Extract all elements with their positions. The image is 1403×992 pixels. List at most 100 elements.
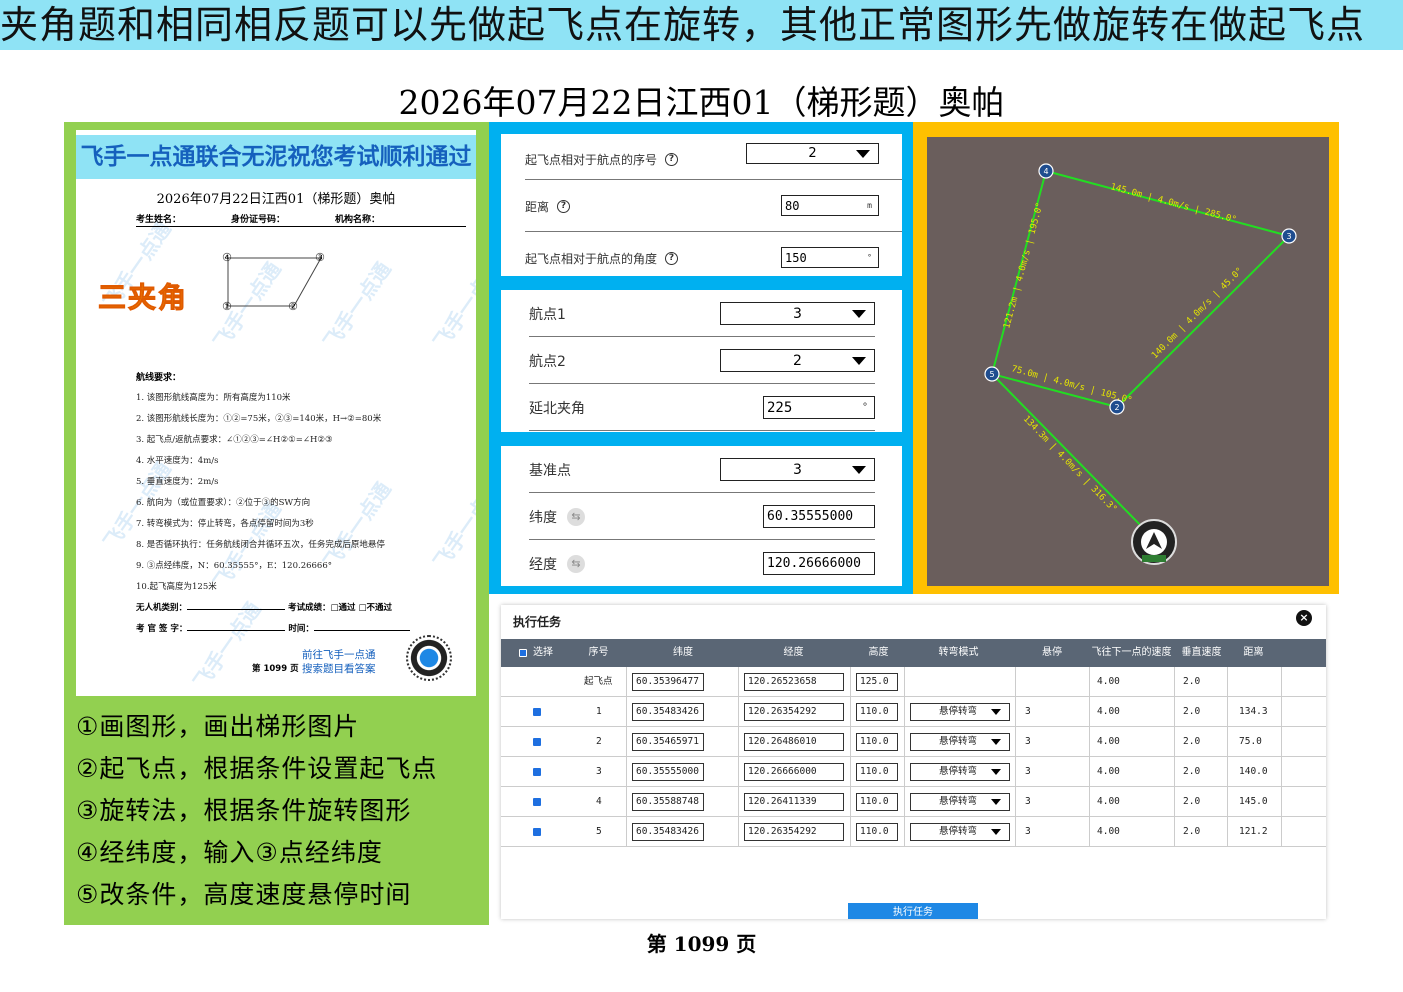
table-row: 2 60.35465971 120.26486010 110.0 悬停转弯 3 4.00 2.… [501,727,1326,757]
wp1-select[interactable]: 3 [720,302,875,325]
lon-label: 经度 ⇆ [529,554,585,574]
paper-page-number: 第 1099 页 [252,664,299,674]
swap-icon[interactable]: ⇆ [567,555,585,573]
ref-select[interactable]: 3 [720,458,875,481]
distance-input[interactable]: 80 m [781,195,879,216]
turn-mode-value: 悬停转弯 [939,826,978,837]
execute-task-button[interactable]: 执行任务 [848,903,978,919]
col-header-lon: 经度 [783,647,804,658]
vspeed-cell: 2.0 [1183,826,1201,837]
alt-cell-input[interactable]: 110.0 [856,823,898,841]
dist-cell: 75.0 [1239,736,1262,747]
close-icon[interactable]: × [1296,610,1312,626]
table-row: 3 60.35555000 120.26666000 110.0 悬停转弯 3 4.00 2.… [501,757,1326,787]
chevron-down-icon [852,356,866,365]
north-angle-value: 225 [767,399,793,416]
lat-cell-input[interactable]: 60.35483426 [632,703,704,721]
lat-input[interactable]: 60.35555000 [763,505,875,528]
trapezoid-sketch: ④ ③ ① ② [222,251,325,313]
alt-cell-input[interactable]: 110.0 [856,793,898,811]
col-header-vspeed: 垂直速度 [1181,647,1222,658]
wp2-select[interactable]: 2 [720,349,875,372]
home-marker-icon[interactable] [1131,519,1177,565]
help-icon[interactable]: ? [557,199,571,213]
lon-input[interactable]: 120.26666000 [763,552,875,575]
dist-cell: 134.3 [1239,706,1268,717]
step-item: ①画图形，画出梯形图片 [76,712,360,741]
qr-code-icon [406,635,452,681]
lat-cell-input[interactable]: 60.35483426 [632,823,704,841]
takeoff-angle-input[interactable]: 150 ° [781,247,879,268]
vspeed-cell: 2.0 [1183,706,1201,717]
help-icon[interactable]: ? [665,152,679,166]
lat-text: 纬度 [529,510,557,526]
hover-cell: 3 [1025,706,1031,717]
paper-link-line-1: 前往飞手一点通 [302,649,376,661]
turn-mode-select[interactable]: 悬停转弯 [910,823,1010,841]
turn-mode-select[interactable]: 悬停转弯 [910,703,1010,721]
lat-cell-input[interactable]: 60.35396477 [632,673,704,691]
lat-cell-input[interactable]: 60.35588748 [632,793,704,811]
swap-icon[interactable]: ⇆ [567,508,585,526]
lat-cell-input[interactable]: 60.35465971 [632,733,704,751]
requirement-item: 7. 转弯模式为：停止转弯，各点停留时间为3秒 [136,519,314,529]
turn-mode-select[interactable]: 悬停转弯 [910,733,1010,751]
lon-cell-input[interactable]: 120.26523658 [744,673,844,691]
route-segment [1116,235,1290,408]
vspeed-cell: 2.0 [1183,676,1201,687]
row-checkbox[interactable] [533,768,541,776]
alt-cell-input[interactable]: 110.0 [856,733,898,751]
step-item: ③旋转法，根据条件旋转图形 [76,796,412,825]
lon-cell-input[interactable]: 120.26486010 [744,733,844,751]
three-angle-stamp: 三夹角 [97,281,189,315]
distance-label: 距离? [525,198,571,215]
north-angle-input[interactable]: 225 ° [763,396,875,419]
sketch-label-2: ② [288,300,298,313]
distance-value: 80 [785,198,800,213]
requirement-item: 2. 该图形航线长度为：①②=75米，②③=140米，H→②=80米 [136,414,382,424]
row-checkbox[interactable] [533,708,541,716]
row-checkbox[interactable] [533,738,541,746]
hover-cell: 3 [1025,736,1031,747]
distance-text: 距离 [525,199,550,214]
sketch-label-4: ④ [222,251,232,264]
takeoff-seq-select[interactable]: 2 [746,143,879,164]
exam-result-label: 考试成绩：□通过 □不通过 [287,603,393,613]
lon-cell-input[interactable]: 120.26411339 [744,793,844,811]
turn-mode-select[interactable]: 悬停转弯 [910,793,1010,811]
dist-cell: 140.0 [1239,766,1268,777]
paper-title: 2026年07月22日江西01（梯形题）奥帕 [156,192,396,207]
lon-cell-input[interactable]: 120.26354292 [744,703,844,721]
chevron-down-icon [852,309,866,318]
col-header-lat: 纬度 [673,647,693,658]
takeoff-angle-unit: ° [867,253,872,262]
uav-class-label: 无人机类别： [136,603,188,613]
hover-cell: 3 [1025,766,1031,777]
takeoff-angle-label: 起飞点相对于航点的角度? [525,250,679,267]
wp1-label: 航点1 [529,307,566,323]
wp1-value: 3 [793,305,802,322]
row-checkbox[interactable] [533,828,541,836]
lon-cell-input[interactable]: 120.26354292 [744,823,844,841]
map-panel: 145.0m | 4.0m/s | 285.0° 121.2m | 4.0m/s… [913,122,1339,594]
select-all-checkbox[interactable] [519,649,527,657]
step-item: ④经纬度，输入③点经纬度 [76,838,383,867]
dist-cell: 145.0 [1239,796,1268,807]
col-header-dist: 距离 [1243,647,1264,658]
help-icon[interactable]: ? [665,251,679,265]
lat-value: 60.35555000 [767,509,854,524]
turn-mode-select[interactable]: 悬停转弯 [910,763,1010,781]
step-item: ⑤改条件，高度速度悬停时间 [76,880,412,909]
alt-cell-input[interactable]: 110.0 [856,703,898,721]
alt-cell-input[interactable]: 110.0 [856,763,898,781]
alt-cell-input[interactable]: 125.0 [856,673,898,691]
field-name: 考生姓名： [136,215,182,225]
requirement-item: 8. 是否循环执行：任务航线闭合并循环五次，任务完成后原地悬停 [136,540,385,550]
vspeed-cell: 2.0 [1183,736,1201,747]
lat-cell-input[interactable]: 60.35555000 [632,763,704,781]
row-checkbox[interactable] [533,798,541,806]
lon-cell-input[interactable]: 120.26666000 [744,763,844,781]
flight-map[interactable]: 145.0m | 4.0m/s | 285.0° 121.2m | 4.0m/s… [927,137,1329,586]
requirements-list: 1. 该图形航线高度为：所有高度为110米 2. 该图形航线长度为：①②=75米… [136,388,466,598]
segment-label: 140.0m | 4.0m/s | 45.0° [1150,266,1245,361]
